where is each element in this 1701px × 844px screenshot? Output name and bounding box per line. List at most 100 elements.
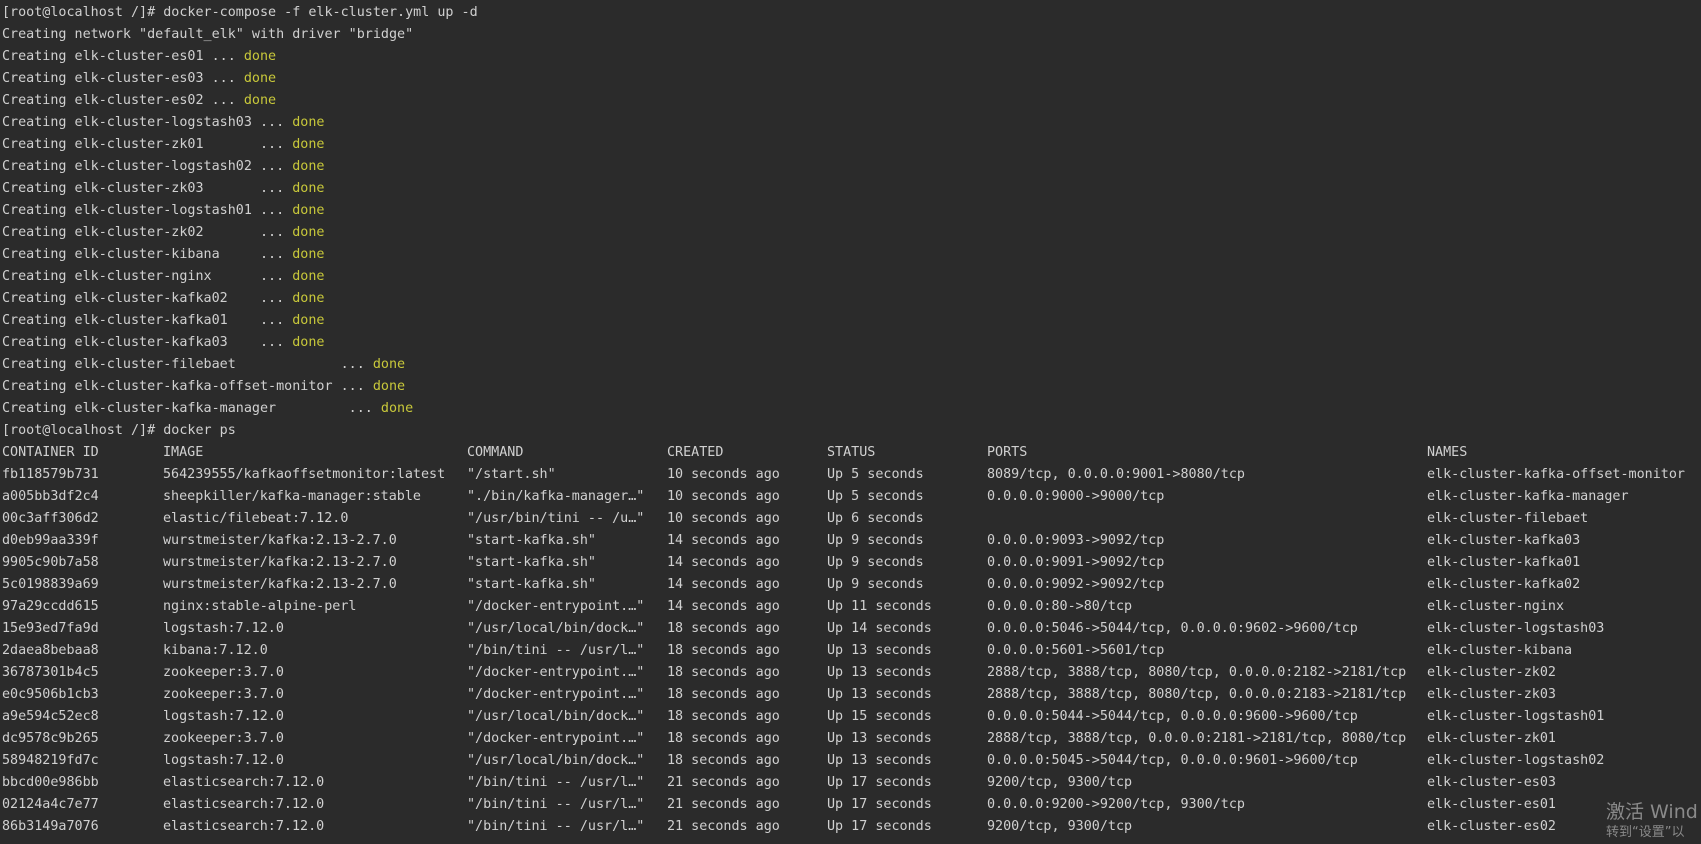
cell-container-id: 97a29ccdd615 [2, 599, 99, 614]
cell-ports: 9200/tcp, 9300/tcp [987, 775, 1133, 790]
done-status: done [292, 115, 325, 130]
cell-created: 18 seconds ago [667, 753, 780, 768]
creating-text: Creating elk-cluster-es02 ... [2, 93, 236, 108]
done-status: done [292, 159, 325, 174]
cell-status: Up 9 seconds [827, 533, 924, 548]
done-status: done [380, 401, 414, 416]
cell-command: "start-kafka.sh" [467, 533, 596, 548]
creating-text: Creating elk-cluster-kafka-offset-monito… [2, 379, 365, 394]
cell-ports: 0.0.0.0:5045->5044/tcp, 0.0.0.0:9601->96… [987, 753, 1358, 768]
cell-ports: 0.0.0.0:5046->5044/tcp, 0.0.0.0:9602->96… [987, 621, 1358, 636]
cell-status: Up 17 seconds [827, 797, 932, 812]
cell-ports: 8089/tcp, 0.0.0.0:9001->8080/tcp [987, 467, 1245, 482]
creating-line: Creating elk-cluster-es02 ... done [2, 90, 1701, 112]
cell-status: Up 9 seconds [827, 555, 924, 570]
cell-container-id: dc9578c9b265 [2, 731, 99, 746]
header-status: STATUS [827, 445, 876, 460]
cell-container-id: a005bb3df2c4 [2, 489, 99, 504]
activation-watermark: 激活 Wind 转到“设置”以 [1606, 800, 1701, 842]
cell-status: Up 14 seconds [827, 621, 932, 636]
cell-status: Up 13 seconds [827, 753, 932, 768]
cell-names: elk-cluster-zk02 [1427, 665, 1556, 680]
cell-names: elk-cluster-kafka01 [1427, 555, 1581, 570]
header-image: IMAGE [163, 445, 204, 460]
table-row: 86b3149a7076 elasticsearch:7.12.0 "/bin/ti… [2, 816, 1701, 838]
cell-created: 14 seconds ago [667, 533, 780, 548]
table-row: 2daea8bebaa8 kibana:7.12.0 "/bin/tini -- /… [2, 640, 1701, 662]
cell-container-id: bbcd00e986bb [2, 775, 99, 790]
cell-created: 21 seconds ago [667, 775, 780, 790]
cell-image: zookeeper:3.7.0 [163, 687, 284, 702]
creating-line: Creating elk-cluster-kibana ... done [2, 244, 1701, 266]
cell-command: "/bin/tini -- /usr/l…" [467, 797, 645, 812]
cell-created: 21 seconds ago [667, 797, 780, 812]
cell-command: "/bin/tini -- /usr/l…" [467, 643, 645, 658]
cell-names: elk-cluster-kibana [1427, 643, 1573, 658]
cell-created: 21 seconds ago [667, 819, 780, 834]
table-row: a005bb3df2c4 sheepkiller/kafka-manager:st… [2, 486, 1701, 508]
creating-text: Creating elk-cluster-logstash01 ... [2, 203, 285, 218]
cell-command: "/usr/local/bin/dock…" [467, 753, 645, 768]
done-status: done [292, 181, 325, 196]
cell-created: 18 seconds ago [667, 621, 780, 636]
terminal-output[interactable]: [root@localhost /]# docker-compose -f el… [2, 2, 1701, 844]
cell-container-id: 00c3aff306d2 [2, 511, 99, 526]
creating-line: Creating elk-cluster-logstash03 ... done [2, 112, 1701, 134]
cell-status: Up 13 seconds [827, 687, 932, 702]
creating-line: Creating elk-cluster-kafka-manager ... d… [2, 398, 1701, 420]
cell-container-id: 9905c90b7a58 [2, 555, 99, 570]
cell-names: elk-cluster-es01 [1427, 797, 1556, 812]
cell-image: 564239555/kafkaoffsetmonitor:latest [163, 467, 446, 482]
watermark-line-1: 激活 Wind [1606, 801, 1698, 823]
done-status: done [292, 247, 325, 262]
cell-image: wurstmeister/kafka:2.13-2.7.0 [163, 533, 397, 548]
creating-line: Creating elk-cluster-zk02 ... done [2, 222, 1701, 244]
cell-names: elk-cluster-kafka02 [1427, 577, 1581, 592]
cell-names: elk-cluster-logstash01 [1427, 709, 1605, 724]
creating-line: Creating elk-cluster-kafka03 ... done [2, 332, 1701, 354]
cell-image: kibana:7.12.0 [163, 643, 268, 658]
cell-command: "/docker-entrypoint.…" [467, 599, 645, 614]
cell-image: logstash:7.12.0 [163, 621, 284, 636]
cell-container-id: 2daea8bebaa8 [2, 643, 99, 658]
cell-status: Up 5 seconds [827, 489, 924, 504]
cell-ports: 2888/tcp, 3888/tcp, 0.0.0.0:2181->2181/t… [987, 731, 1407, 746]
header-ports: PORTS [987, 445, 1028, 460]
cell-ports: 0.0.0.0:9000->9000/tcp [987, 489, 1165, 504]
cell-image: elasticsearch:7.12.0 [163, 775, 325, 790]
cell-image: zookeeper:3.7.0 [163, 731, 284, 746]
done-status: done [372, 357, 406, 372]
creating-text: Creating elk-cluster-kafka03 ... [2, 335, 285, 350]
creating-text: Creating elk-cluster-zk03 ... [2, 181, 285, 196]
cell-image: sheepkiller/kafka-manager:stable [163, 489, 421, 504]
compose-command: docker-compose -f elk-cluster.yml up -d [163, 5, 478, 20]
cell-ports: 2888/tcp, 3888/tcp, 8080/tcp, 0.0.0.0:21… [987, 687, 1407, 702]
watermark-line-2: 转到“设置”以 [1606, 825, 1685, 840]
done-status: done [292, 291, 325, 306]
cell-image: logstash:7.12.0 [163, 753, 284, 768]
compose-command-line: [root@localhost /]# docker-compose -f el… [2, 2, 1701, 24]
cell-ports: 0.0.0.0:9092->9092/tcp [987, 577, 1165, 592]
done-status: done [243, 93, 277, 108]
cell-ports: 0.0.0.0:9093->9092/tcp [987, 533, 1165, 548]
cell-container-id: 86b3149a7076 [2, 819, 99, 834]
cell-created: 14 seconds ago [667, 555, 780, 570]
cell-status: Up 17 seconds [827, 819, 932, 834]
cell-command: "start-kafka.sh" [467, 577, 596, 592]
table-row: e0c9506b1cb3 zookeeper:3.7.0 "/docker-entr… [2, 684, 1701, 706]
done-status: done [243, 49, 277, 64]
header-command: COMMAND [467, 445, 524, 460]
table-row: dc9578c9b265 zookeeper:3.7.0 "/docker-entr… [2, 728, 1701, 750]
cell-image: nginx:stable-alpine-perl [163, 599, 357, 614]
creating-text: Creating elk-cluster-kibana ... [2, 247, 285, 262]
cell-created: 18 seconds ago [667, 687, 780, 702]
creating-line: Creating elk-cluster-kafka01 ... done [2, 310, 1701, 332]
creating-text: Creating elk-cluster-zk01 ... [2, 137, 285, 152]
creating-line: Creating elk-cluster-zk01 ... done [2, 134, 1701, 156]
header-names: NAMES [1427, 445, 1468, 460]
cell-command: "/usr/local/bin/dock…" [467, 621, 645, 636]
creating-line: Creating elk-cluster-logstash01 ... done [2, 200, 1701, 222]
cell-names: elk-cluster-zk01 [1427, 731, 1556, 746]
cell-status: Up 13 seconds [827, 665, 932, 680]
table-row: a9e594c52ec8 logstash:7.12.0 "/usr/local/b… [2, 706, 1701, 728]
